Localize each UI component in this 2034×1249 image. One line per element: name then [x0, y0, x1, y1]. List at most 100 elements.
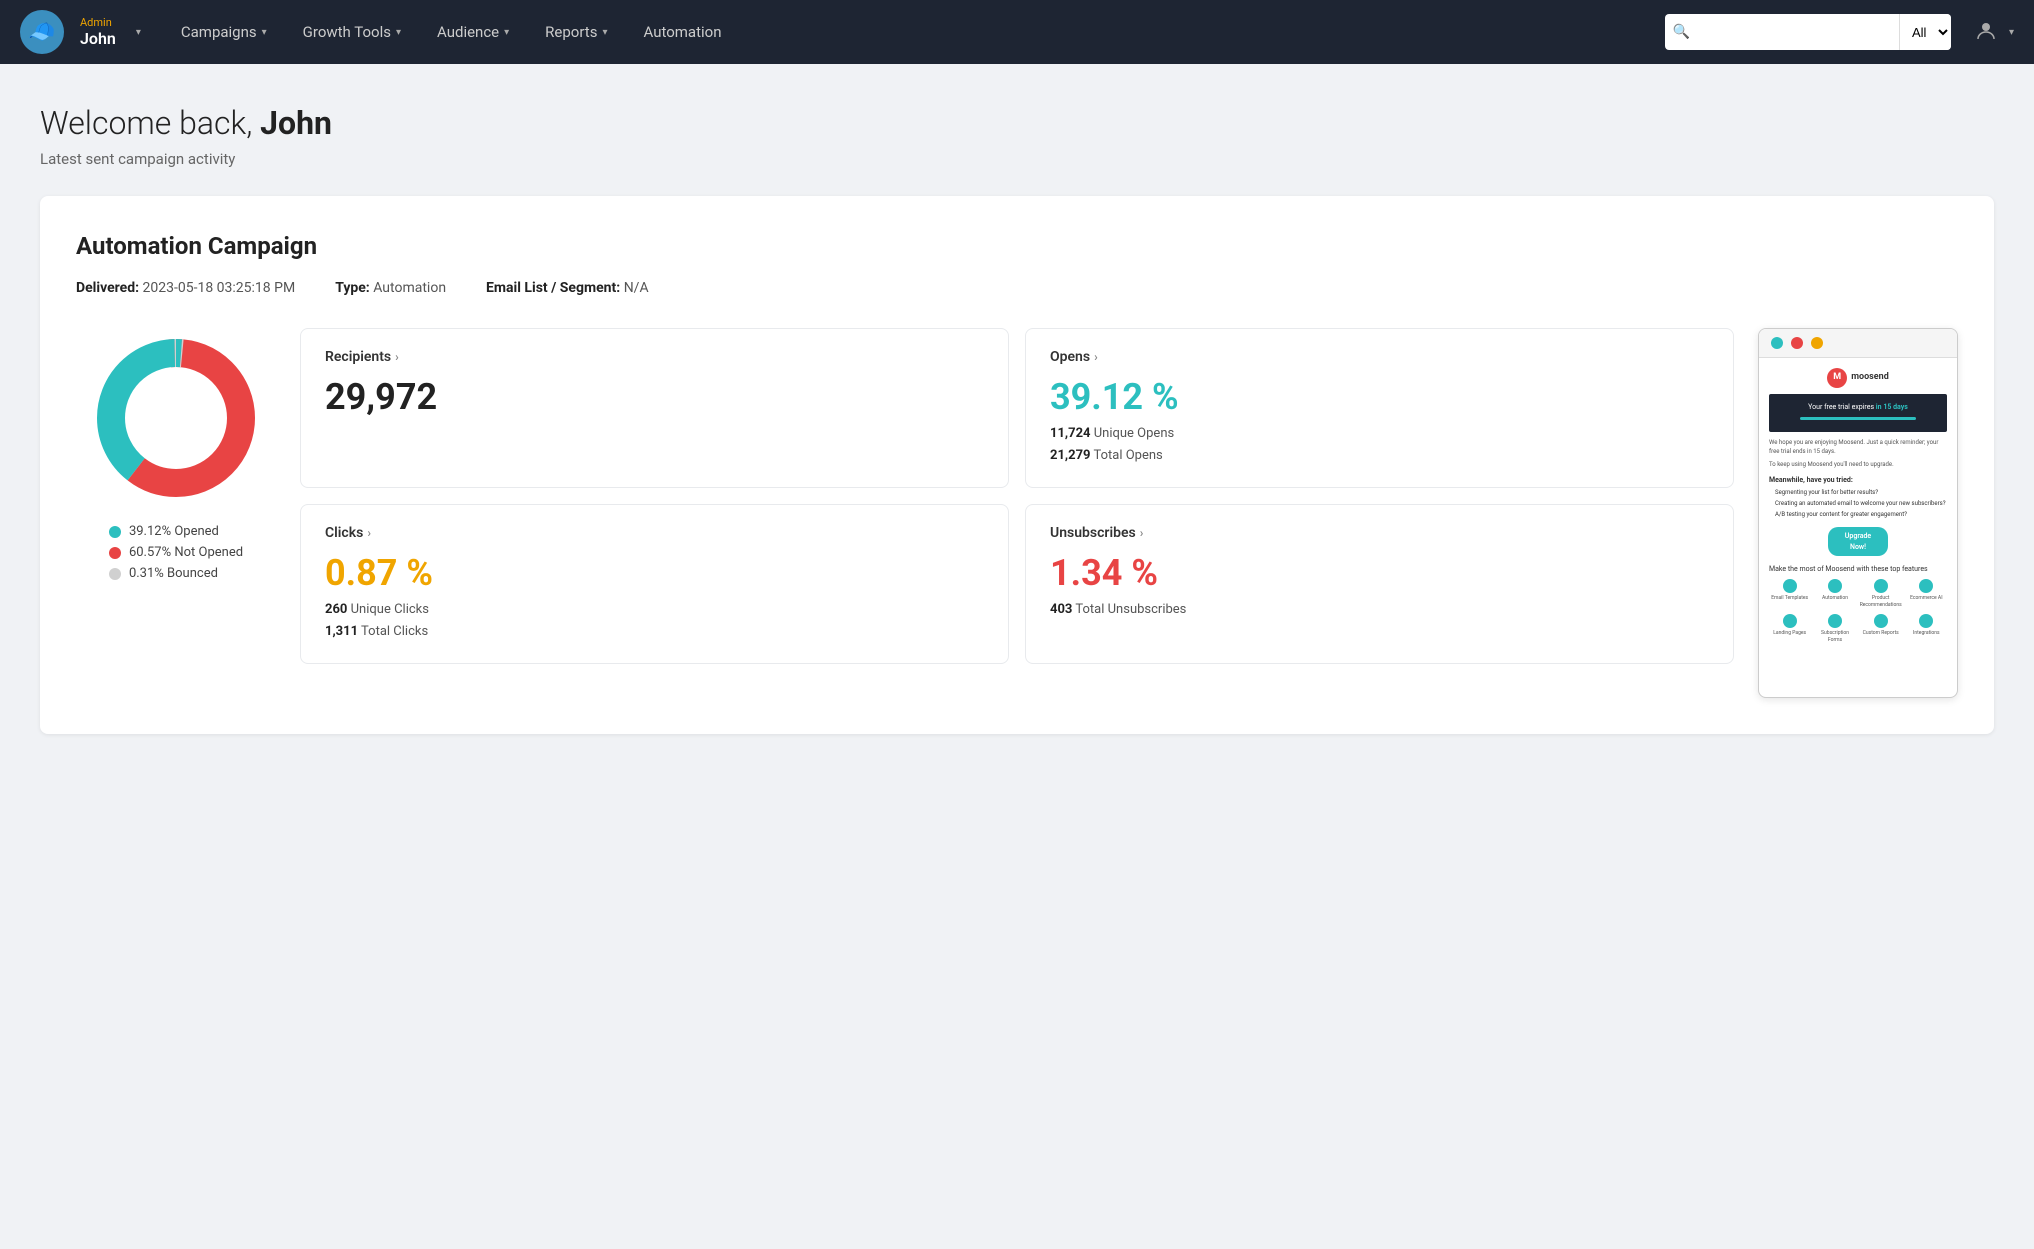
recipients-arrow[interactable]: › [395, 350, 399, 364]
search-filter-select[interactable]: All [1899, 14, 1951, 50]
nav-menu: Campaigns ▾ Growth Tools ▾ Audience ▾ Re… [165, 15, 1657, 49]
opens-label: Opens [1050, 349, 1090, 365]
feature-label-product: Product Recommendations [1860, 595, 1902, 610]
email-list-value: N/A [624, 280, 649, 296]
campaign-title: Automation Campaign [76, 232, 1958, 260]
legend-label-bounced: 0.31% Bounced [129, 566, 218, 581]
opens-arrow[interactable]: › [1094, 350, 1098, 364]
feature-icon-ecommerce [1919, 579, 1933, 593]
stat-card-opens: Opens › 39.12 % 11,724 Unique Opens 21,2… [1025, 328, 1734, 488]
opens-header: Opens › [1050, 349, 1709, 365]
feature-icon-automation [1828, 579, 1842, 593]
campaigns-arrow: ▾ [262, 27, 267, 38]
clicks-total-val: 1,311 [325, 624, 358, 639]
nav-logo[interactable]: 🧢 [20, 10, 64, 54]
page-content: Welcome back, John Latest sent campaign … [0, 64, 2034, 774]
preview-list-item-1: Segmenting your list for better results? [1775, 488, 1947, 497]
feature-label-reports: Custom Reports [1863, 630, 1899, 638]
clicks-sub: 260 Unique Clicks 1,311 Total Clicks [325, 599, 984, 643]
opens-sub: 11,724 Unique Opens 21,279 Total Opens [1050, 423, 1709, 467]
preview-body: M moosend Your free trial expires in 15 … [1759, 358, 1957, 688]
type-label: Type: [335, 280, 370, 296]
feature-email-templates: Email Templates [1769, 579, 1810, 610]
feature-label-ecommerce: Ecommerce AI [1910, 595, 1942, 603]
banner-text-pre: Your free trial expires [1808, 403, 1876, 411]
user-dropdown-arrow[interactable]: ▾ [136, 27, 141, 38]
clicks-arrow[interactable]: › [367, 526, 371, 540]
nav-user-info: Admin John [80, 16, 116, 48]
feature-ecommerce: Ecommerce AI [1906, 579, 1947, 610]
growth-tools-arrow: ▾ [396, 27, 401, 38]
stat-card-recipients: Recipients › 29,972 [300, 328, 1009, 488]
unsubscribes-arrow[interactable]: › [1140, 526, 1144, 540]
feature-icon-reports [1874, 614, 1888, 628]
delivered-value: 2023-05-18 03:25:18 PM [143, 280, 296, 296]
features-grid: Email Templates Automation Product Recom… [1769, 579, 1947, 645]
stats-area: 39.12% Opened 60.57% Not Opened 0.31% Bo… [76, 328, 1958, 698]
email-list-label: Email List / Segment: [486, 280, 620, 296]
legend-not-opened: 60.57% Not Opened [109, 545, 243, 560]
preview-dot-gold [1811, 337, 1823, 349]
page-subtitle: Latest sent campaign activity [40, 150, 1994, 168]
feature-label-email: Email Templates [1771, 595, 1808, 603]
preview-banner: Your free trial expires in 15 days [1769, 394, 1947, 432]
clicks-label: Clicks [325, 525, 363, 541]
welcome-title: Welcome back, John [40, 104, 1994, 142]
feature-custom-reports: Custom Reports [1860, 614, 1902, 645]
preview-body-text-2: To keep using Moosend you'll need to upg… [1769, 460, 1947, 469]
preview-dot-red [1791, 337, 1803, 349]
legend-dot-bounced [109, 568, 121, 580]
recipients-value: 29,972 [325, 379, 984, 415]
search-icon: 🔍 [1665, 24, 1698, 40]
feature-icon-email [1783, 579, 1797, 593]
delivered-meta: Delivered: 2023-05-18 03:25:18 PM [76, 280, 295, 296]
search-input[interactable] [1698, 14, 1899, 50]
type-meta: Type: Automation [335, 280, 446, 296]
moosend-logo-text: moosend [1851, 371, 1889, 385]
nav-label-campaigns: Campaigns [181, 23, 257, 41]
search-bar: 🔍 All [1665, 14, 1951, 50]
delivered-label: Delivered: [76, 280, 139, 296]
type-value: Automation [373, 280, 446, 296]
preview-body-text-1: We hope you are enjoying Moosend. Just a… [1769, 438, 1947, 456]
opens-unique-label: Unique Opens [1094, 426, 1174, 441]
opens-total-val: 21,279 [1050, 448, 1091, 463]
stat-card-clicks: Clicks › 0.87 % 260 Unique Clicks 1,311 … [300, 504, 1009, 664]
welcome-name: John [260, 104, 332, 142]
unsubscribes-percentage: 1.34 % [1050, 555, 1709, 591]
meanwhile-title: Meanwhile, have you tried: [1769, 475, 1947, 486]
nav-label-automation: Automation [643, 23, 721, 41]
unsubscribes-total-label: Total Unsubscribes [1075, 602, 1186, 617]
feature-product-rec: Product Recommendations [1860, 579, 1902, 610]
feature-integrations: Integrations [1906, 614, 1947, 645]
legend-dot-opened [109, 526, 121, 538]
legend-label-not-opened: 60.57% Not Opened [129, 545, 243, 560]
nav-item-campaigns[interactable]: Campaigns ▾ [165, 15, 283, 49]
donut-chart [86, 328, 266, 508]
email-list-meta: Email List / Segment: N/A [486, 280, 649, 296]
campaign-meta: Delivered: 2023-05-18 03:25:18 PM Type: … [76, 280, 1958, 296]
feature-automation: Automation [1814, 579, 1855, 610]
stat-card-unsubscribes: Unsubscribes › 1.34 % 403 Total Unsubscr… [1025, 504, 1734, 664]
profile-dropdown-arrow[interactable]: ▾ [2009, 27, 2014, 38]
profile-icon[interactable] [1975, 19, 1997, 46]
recipients-label: Recipients [325, 349, 391, 365]
nav-label-reports: Reports [545, 23, 597, 41]
clicks-unique-val: 260 [325, 602, 347, 617]
preview-logo: M moosend [1769, 368, 1947, 388]
opens-total-label: Total Opens [1093, 448, 1162, 463]
nav-item-growth-tools[interactable]: Growth Tools ▾ [287, 15, 417, 49]
nav-item-reports[interactable]: Reports ▾ [529, 15, 623, 49]
preview-progress-bar [1800, 417, 1916, 420]
preview-titlebar [1759, 329, 1957, 358]
feature-icon-forms [1828, 614, 1842, 628]
feature-landing-pages: Landing Pages [1769, 614, 1810, 645]
nav-item-audience[interactable]: Audience ▾ [421, 15, 525, 49]
feature-icon-landing [1783, 614, 1797, 628]
banner-highlight: in 15 days [1876, 403, 1908, 411]
preview-list-item-3: A/B testing your content for greater eng… [1775, 510, 1947, 519]
email-preview: M moosend Your free trial expires in 15 … [1758, 328, 1958, 698]
unsubscribes-label: Unsubscribes [1050, 525, 1136, 541]
nav-item-automation[interactable]: Automation [627, 15, 737, 49]
unsubscribes-header: Unsubscribes › [1050, 525, 1709, 541]
